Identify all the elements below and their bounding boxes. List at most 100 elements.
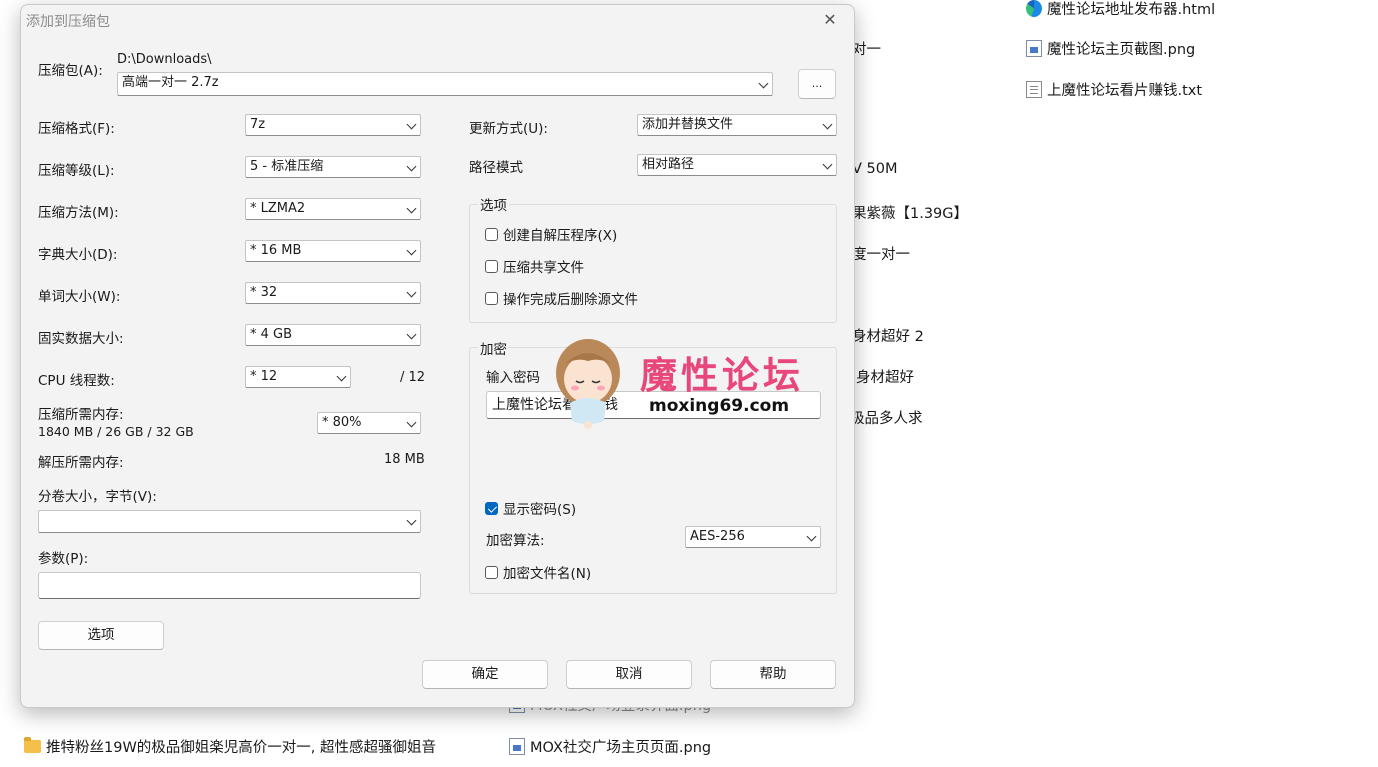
cancel-button[interactable]: 取消: [566, 660, 692, 689]
checkbox-box: [485, 565, 498, 579]
edge-icon: [1026, 0, 1042, 17]
level-label: 压缩等级(L):: [38, 163, 115, 179]
options-button[interactable]: 选项: [38, 621, 164, 650]
chevron-down-icon: [406, 417, 417, 428]
txt-file-icon: [1026, 81, 1042, 98]
chevron-down-icon: [806, 531, 817, 542]
threads-value: * 12: [250, 369, 278, 384]
help-button[interactable]: 帮助: [710, 660, 836, 689]
archive-name-combo[interactable]: 高端一对一 2.7z: [117, 72, 773, 96]
algorithm-label: 加密算法:: [486, 533, 545, 549]
chevron-down-icon: [822, 159, 833, 170]
watermark-url: moxing69.com: [649, 396, 790, 416]
watermark-title: 魔性论坛: [640, 353, 804, 397]
dialog-title: 添加到压缩包: [26, 14, 110, 30]
memory-decompress-value: 18 MB: [384, 452, 425, 467]
memory-compress-value: 1840 MB / 26 GB / 32 GB: [38, 424, 194, 439]
delete-source-checkbox[interactable]: 操作完成后删除源文件: [485, 288, 638, 308]
chevron-down-icon: [406, 515, 417, 526]
delete-source-label: 操作完成后删除源文件: [503, 292, 638, 308]
format-label: 压缩格式(F):: [38, 121, 115, 137]
explorer-item-edge[interactable]: 魔性论坛地址发布器.html: [1026, 0, 1215, 19]
chevron-down-icon: [336, 371, 347, 382]
checkbox-box: [485, 291, 498, 305]
sfx-checkbox[interactable]: 创建自解压程序(X): [485, 224, 617, 244]
algorithm-select[interactable]: AES-256: [685, 526, 821, 548]
explorer-item-screenshot[interactable]: 魔性论坛主页截图.png: [1026, 38, 1195, 59]
encryption-group-title: 加密: [478, 338, 509, 358]
chevron-down-icon: [406, 119, 417, 130]
level-select[interactable]: 5 - 标准压缩: [245, 156, 421, 178]
threads-select[interactable]: * 12: [245, 366, 351, 388]
dictionary-value: * 16 MB: [250, 243, 302, 258]
method-label: 压缩方法(M):: [38, 205, 119, 221]
ok-button[interactable]: 确定: [422, 660, 548, 689]
memory-decompress-label: 解压所需内存:: [38, 455, 124, 471]
threads-max: / 12: [400, 370, 426, 385]
shared-files-checkbox[interactable]: 压缩共享文件: [485, 256, 584, 276]
parameters-input[interactable]: [38, 572, 421, 599]
algorithm-value: AES-256: [690, 529, 745, 544]
level-value: 5 - 标准压缩: [250, 159, 324, 174]
encrypt-names-checkbox[interactable]: 加密文件名(N): [485, 562, 591, 582]
explorer-item-label: 上魔性论坛看片赚钱.txt: [1047, 83, 1203, 99]
password-label: 输入密码: [486, 370, 540, 386]
solid-size-value: * 4 GB: [250, 327, 293, 342]
volume-size-combo[interactable]: [38, 510, 421, 533]
explorer-item-label: 魔性论坛地址发布器.html: [1047, 2, 1216, 18]
format-select[interactable]: 7z: [245, 114, 421, 136]
chevron-down-icon: [758, 78, 769, 89]
show-password-checkbox[interactable]: 显示密码(S): [485, 498, 576, 518]
explorer-fragment: V 50M: [852, 161, 898, 177]
explorer-item-label: MOX社交广场主页页面.png: [530, 740, 712, 756]
watermark-mascot: [556, 339, 620, 429]
archive-path: D:\Downloads\: [117, 52, 212, 67]
path-mode-select[interactable]: 相对路径: [637, 154, 837, 176]
memory-percent-select[interactable]: * 80%: [317, 412, 421, 434]
update-mode-label: 更新方式(U):: [469, 121, 548, 137]
word-size-select[interactable]: * 32: [245, 282, 421, 304]
path-mode-label: 路径模式: [469, 160, 523, 176]
method-value: * LZMA2: [250, 201, 306, 216]
explorer-fragment: 对一: [852, 42, 881, 58]
show-password-label: 显示密码(S): [503, 502, 577, 518]
explorer-fragment: 度一对一: [852, 247, 910, 263]
encrypt-names-label: 加密文件名(N): [503, 566, 592, 582]
sfx-label: 创建自解压程序(X): [503, 228, 618, 244]
solid-size-select[interactable]: * 4 GB: [245, 324, 421, 346]
explorer-fragment: 身材超好: [856, 370, 914, 386]
explorer-fragment: 果紫薇【1.39G】: [852, 206, 969, 222]
close-icon[interactable]: ✕: [820, 10, 840, 30]
chevron-down-icon: [822, 119, 833, 130]
word-size-label: 单词大小(W):: [38, 289, 121, 305]
update-mode-select[interactable]: 添加并替换文件: [637, 114, 837, 136]
shared-files-label: 压缩共享文件: [503, 260, 584, 276]
word-size-value: * 32: [250, 285, 278, 300]
parameters-label: 参数(P):: [38, 551, 89, 567]
memory-percent-value: * 80%: [322, 415, 362, 430]
folder-icon: [24, 737, 41, 753]
path-mode-value: 相对路径: [642, 157, 695, 172]
threads-label: CPU 线程数:: [38, 373, 115, 389]
chevron-down-icon: [406, 245, 417, 256]
archive-name-value: 高端一对一 2.7z: [122, 75, 219, 90]
chevron-down-icon: [406, 287, 417, 298]
browse-button[interactable]: ...: [798, 69, 836, 99]
dictionary-select[interactable]: * 16 MB: [245, 240, 421, 262]
explorer-item-label: 魔性论坛主页截图.png: [1047, 42, 1196, 58]
checkbox-checked-icon: [485, 501, 498, 515]
chevron-down-icon: [406, 329, 417, 340]
method-select[interactable]: * LZMA2: [245, 198, 421, 220]
chevron-down-icon: [406, 161, 417, 172]
explorer-item-txt[interactable]: 上魔性论坛看片赚钱.txt: [1026, 79, 1202, 100]
solid-size-label: 固实数据大小:: [38, 331, 124, 347]
explorer-item-label: 推特粉丝19W的极品御姐楽児高价一对一, 超性感超骚御姐音: [46, 740, 437, 756]
volume-size-label: 分卷大小，字节(V):: [38, 489, 157, 505]
explorer-item-folder[interactable]: 推特粉丝19W的极品御姐楽児高价一对一, 超性感超骚御姐音: [24, 736, 436, 757]
memory-compress-label: 压缩所需内存:: [38, 407, 124, 423]
update-mode-value: 添加并替换文件: [642, 117, 734, 132]
explorer-item-mox-home[interactable]: MOX社交广场主页页面.png: [509, 736, 711, 757]
explorer-fragment: 身材超好 2: [852, 329, 924, 345]
checkbox-box: [485, 259, 498, 273]
format-value: 7z: [250, 117, 266, 132]
